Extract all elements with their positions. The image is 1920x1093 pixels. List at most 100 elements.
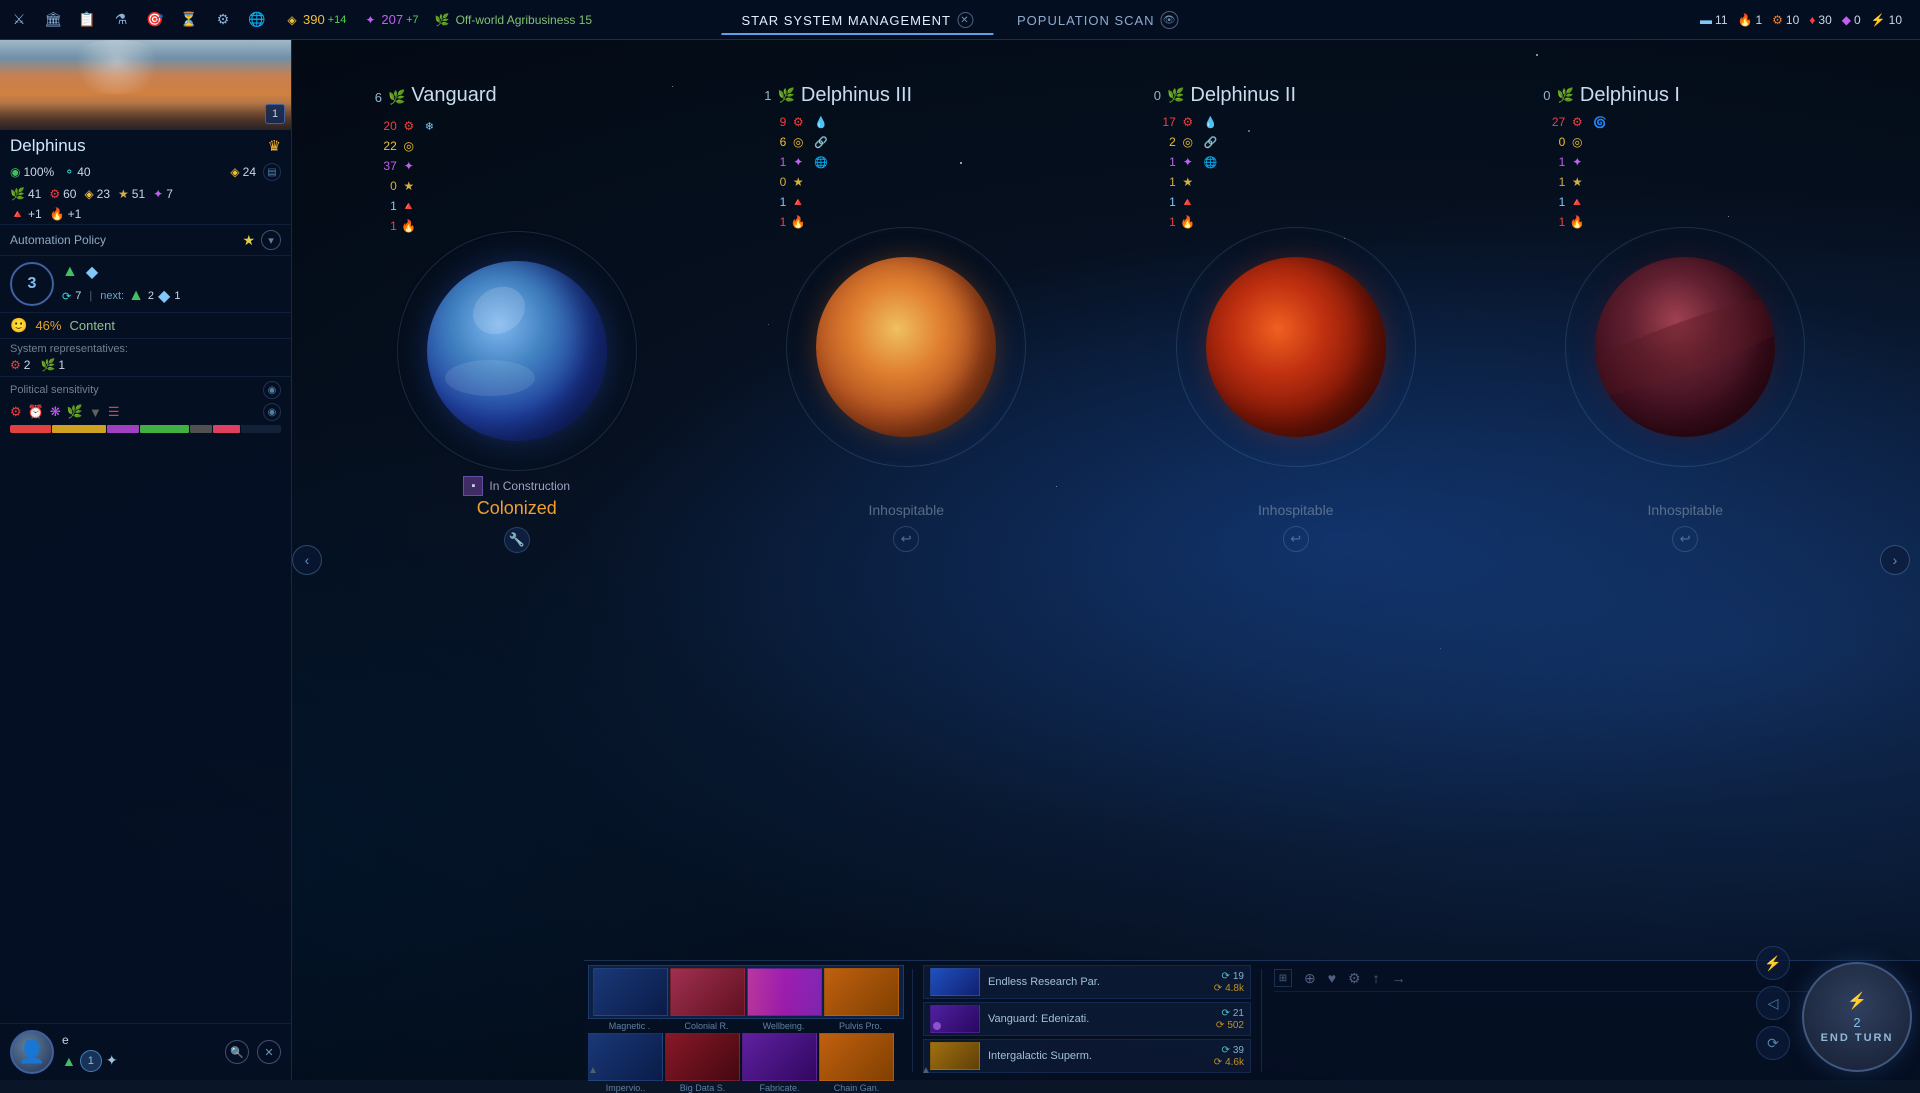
purple-prod-icon: ✦ xyxy=(153,187,163,201)
agent-search-btn[interactable]: 🔍 xyxy=(225,1040,249,1064)
research-item-1[interactable]: Endless Research Par. ⟳ 19 ⟳ 4.8k xyxy=(923,965,1251,999)
research-cycle-icon-1: ⟳ xyxy=(1221,971,1229,982)
top-bar-icons[interactable]: ⚔ 🏛 📋 ⚗ 🎯 ⏳ ⚙ 🌐 xyxy=(8,9,268,31)
queue-thumb-8[interactable] xyxy=(819,1033,894,1081)
research-name-2: Vanguard: Edenizati. xyxy=(988,1013,1208,1025)
side-btn-2[interactable]: ◁ xyxy=(1756,986,1790,1020)
vanguard-wrench-icon[interactable]: 🔧 xyxy=(504,527,530,553)
vanguard-sphere[interactable] xyxy=(427,261,607,441)
prod1-val: 41 xyxy=(28,187,41,201)
d1-s5-icon: 🔺 xyxy=(1569,195,1585,209)
research-item-3[interactable]: Intergalactic Superm. ⟳ 39 ⟳ 4.6k xyxy=(923,1039,1251,1073)
br-heart-icon[interactable]: ♥ xyxy=(1328,970,1336,986)
political-info-btn[interactable]: ◉ xyxy=(263,381,281,399)
pop-stat: ⚬ 40 xyxy=(64,165,90,179)
queue-thumb-4[interactable] xyxy=(824,968,899,1016)
queue-thumb-5[interactable] xyxy=(588,1033,663,1081)
tab-star-system[interactable]: STAR SYSTEM MANAGEMENT ✕ xyxy=(721,7,993,35)
d3-sphere[interactable] xyxy=(816,257,996,437)
queue-thumb-1[interactable] xyxy=(593,968,668,1016)
d2-s2-extra: 🔗 xyxy=(1204,136,1218,149)
gold-prod-icon: ◈ xyxy=(84,187,93,201)
icon-clipboard[interactable]: 📋 xyxy=(76,9,98,31)
d3-s1-num: 9 xyxy=(764,115,786,129)
br-scope-icon[interactable]: ⊕ xyxy=(1304,970,1316,987)
d1-sphere[interactable] xyxy=(1595,257,1775,437)
queue-label-3: Wellbeing. xyxy=(746,1021,821,1031)
pol-bar-2 xyxy=(52,425,106,433)
agent-close-btn[interactable]: ✕ xyxy=(257,1040,281,1064)
queue-label-6: Big Data S. xyxy=(665,1083,740,1093)
d2-status: Inhospitable ↩ xyxy=(1258,472,1334,552)
agribusiness-icon: 🌿 xyxy=(435,13,450,27)
purple-value: 207 xyxy=(381,12,403,27)
queue-thumb-6[interactable] xyxy=(665,1033,740,1081)
nav-arrow-left[interactable]: ‹ xyxy=(292,545,322,575)
bottom-left-expand-icon[interactable]: ▲ xyxy=(588,1065,598,1076)
treasury-expand-btn[interactable]: ▤ xyxy=(263,163,281,181)
d3-stat-3: 1 ✦ 🌐 xyxy=(764,153,1048,171)
d1-status-icon[interactable]: ↩ xyxy=(1672,526,1698,552)
bottom-center-expand-icon[interactable]: ▲ xyxy=(921,1065,931,1076)
d2-s1-num: 17 xyxy=(1154,115,1176,129)
automation-row: Automation Policy ★ ▾ xyxy=(0,224,291,255)
blue-icon: ▬ xyxy=(1700,13,1712,27)
br-arrow-icon[interactable]: → xyxy=(1392,970,1406,986)
d2-name: Delphinus II xyxy=(1190,84,1296,107)
vanguard-s5-num: 1 xyxy=(375,199,397,213)
orange2-res: ♦ 30 xyxy=(1809,13,1831,27)
side-btn-3[interactable]: ⟳ xyxy=(1756,1026,1790,1060)
queue-cycle-icon: ⟳ xyxy=(62,290,71,303)
morale-icon: ◉ xyxy=(10,165,20,179)
queue-thumb-2[interactable] xyxy=(670,968,745,1016)
research-thumb-3 xyxy=(930,1042,980,1070)
morale-stat: ◉ 100% xyxy=(10,165,54,179)
research-item-2[interactable]: Vanguard: Edenizati. ⟳ 21 ⟳ 502 xyxy=(923,1002,1251,1036)
queue-label-1: Magnetic . xyxy=(592,1021,667,1031)
icon-target[interactable]: 🎯 xyxy=(144,9,166,31)
br-grid-icon[interactable]: ⊞ xyxy=(1274,969,1292,987)
agent-controls[interactable]: ▲ 1 ✦ xyxy=(62,1050,217,1072)
morale-val: 100% xyxy=(23,165,54,179)
pol-detail-btn[interactable]: ◉ xyxy=(263,403,281,421)
br-gear-icon[interactable]: ⚙ xyxy=(1348,970,1361,987)
d1-name: Delphinus I xyxy=(1580,84,1680,107)
queue-thumb-7[interactable] xyxy=(742,1033,817,1081)
icon-flask[interactable]: ⚗ xyxy=(110,9,132,31)
icon-timer[interactable]: ⏳ xyxy=(178,9,200,31)
d3-leaf-icon: 🌿 xyxy=(777,87,794,104)
vanguard-construction-text: In Construction xyxy=(489,479,570,493)
queue-row-active xyxy=(588,965,904,1019)
queue-progress: ⟳ 7 | next: ▲ 2 ◆ 1 xyxy=(62,286,180,306)
gold-value: 390 xyxy=(303,12,325,27)
research-thumb-2-badge xyxy=(933,1022,941,1030)
d3-status-icon[interactable]: ↩ xyxy=(893,526,919,552)
br-up-icon[interactable]: ↑ xyxy=(1373,970,1380,986)
icon-sword[interactable]: ⚔ xyxy=(8,9,30,31)
queue-next-icon: ▲ xyxy=(128,287,144,305)
d2-status-icon[interactable]: ↩ xyxy=(1283,526,1309,552)
end-turn-button[interactable]: ⚡ 2 END TURN xyxy=(1802,962,1912,1072)
rep-red-icon: ⚙ xyxy=(10,358,21,372)
icon-gear[interactable]: ⚙ xyxy=(212,9,234,31)
queue-next-label: next: xyxy=(100,290,124,302)
side-btn-1[interactable]: ⚡ xyxy=(1756,946,1790,980)
vanguard-s2-num: 22 xyxy=(375,139,397,153)
d2-sphere[interactable] xyxy=(1206,257,1386,437)
d3-s1-icon: ⚙ xyxy=(790,115,806,129)
tab-star-system-close[interactable]: ✕ xyxy=(957,12,973,28)
queue-separator: | xyxy=(89,290,92,302)
gold-prod-val: 23 xyxy=(97,187,110,201)
automation-dropdown[interactable]: ▾ xyxy=(261,230,281,250)
queue-after-icon: ◆ xyxy=(158,286,170,306)
agent-name: e xyxy=(62,1033,217,1047)
vanguard-leaf-icon: 🌿 xyxy=(388,89,405,106)
queue-thumb-3[interactable] xyxy=(747,968,822,1016)
icon-globe[interactable]: 🌐 xyxy=(246,9,268,31)
tab-population-icon[interactable]: 👁 xyxy=(1161,11,1179,29)
tab-population[interactable]: POPULATION SCAN 👁 xyxy=(997,6,1199,36)
nav-arrow-right[interactable]: › xyxy=(1880,545,1910,575)
vanguard-title-row: 6 🌿 Vanguard xyxy=(375,84,659,111)
icon-building[interactable]: 🏛 xyxy=(42,9,64,31)
d2-s3-icon: ✦ xyxy=(1180,155,1196,169)
